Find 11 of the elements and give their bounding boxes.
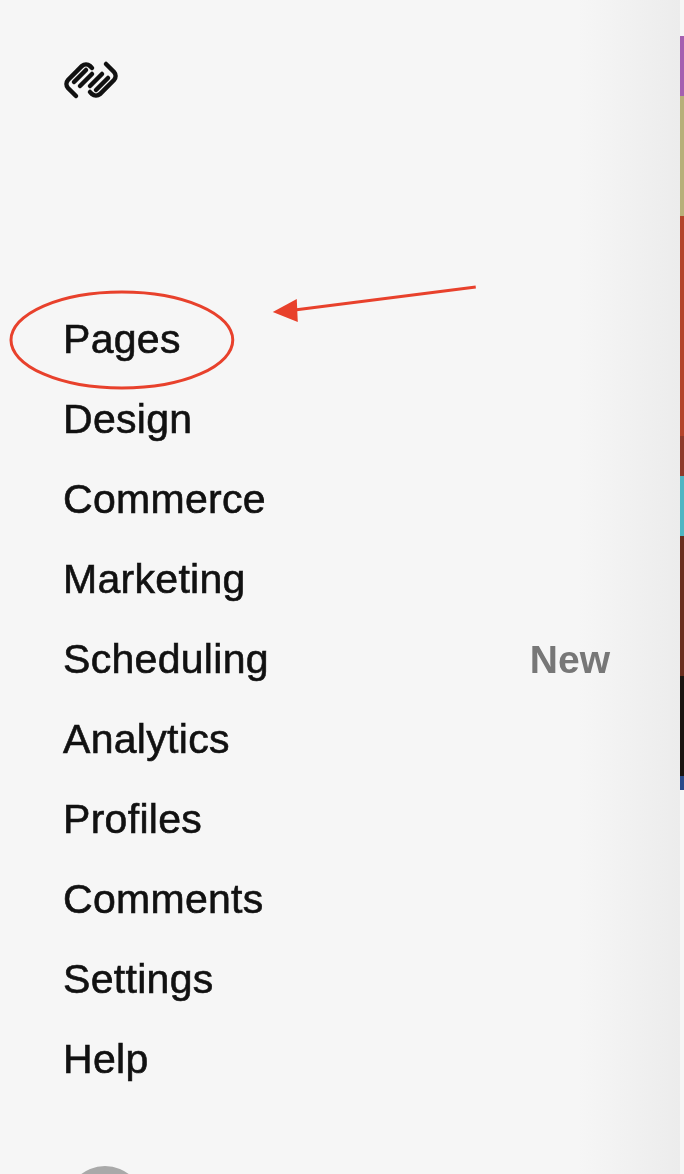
nav-link[interactable]: Marketing <box>63 549 246 611</box>
nav-link[interactable]: Analytics <box>63 709 230 771</box>
nav-link[interactable]: Help <box>63 1029 149 1091</box>
nav-link[interactable]: Profiles <box>63 789 203 851</box>
nav-link[interactable]: Settings <box>63 949 214 1011</box>
nav-link[interactable]: Design <box>63 389 193 451</box>
nav-link[interactable]: Scheduling <box>63 629 269 691</box>
nav-link[interactable]: Pages <box>63 309 181 371</box>
new-tag: New <box>529 630 610 690</box>
nav-link[interactable]: Commerce <box>63 469 266 531</box>
nav-link[interactable]: Comments <box>63 869 264 931</box>
